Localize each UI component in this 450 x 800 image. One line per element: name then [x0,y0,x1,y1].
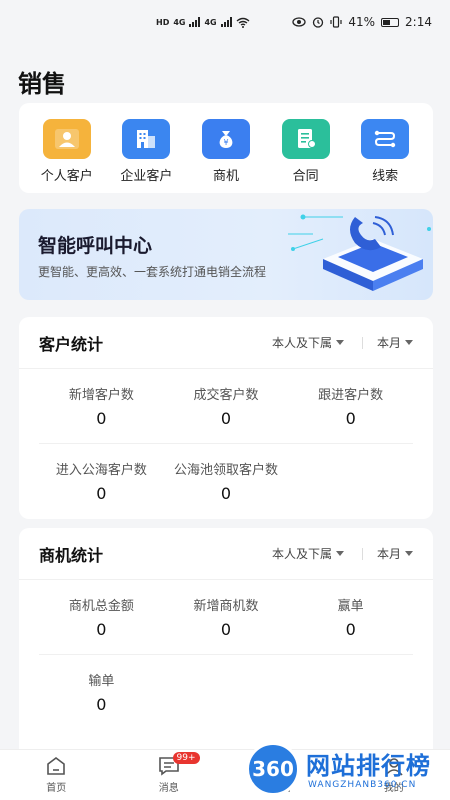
quick-action-label: 商机 [212,169,239,184]
contract-icon [281,119,330,159]
quick-action-personal-customer[interactable]: 个人客户 [27,119,107,193]
stat-value: 0 [96,620,107,639]
opportunity-stats-header: 商机统计 本人及下属 本月 [19,528,433,580]
customer-period-dropdown[interactable]: 本月 [377,334,413,351]
stat-public-pool-entered[interactable]: 进入公海客户数 0 [39,444,164,518]
customer-stats-card: 客户统计 本人及下属 本月 新增客户数 0 成交客户数 0 跟进客户数 0 进入… [19,317,433,519]
stat-value: 0 [345,409,356,428]
money-bag-icon: ¥ [201,119,250,159]
stat-value: 0 [96,409,107,428]
watermark-text: 网站排行榜 [306,752,431,780]
quick-action-lead[interactable]: 线索 [345,119,425,193]
wifi-icon [236,17,250,28]
status-bar: HD 4G 4G 41% 2:14 [0,0,450,44]
stat-label: 新增商机数 [193,599,259,614]
network-label-2: 4G [204,17,217,27]
opportunity-scope-dropdown[interactable]: 本人及下属 [272,545,344,562]
stat-lost[interactable]: 输单 0 [39,655,164,729]
customer-scope-dropdown[interactable]: 本人及下属 [272,334,344,351]
network-label: 4G [173,17,186,27]
site-watermark: 360 网站排行榜 WANGZHANB360.CN [244,740,450,800]
stat-value: 0 [220,409,232,428]
quick-action-label: 个人客户 [40,169,93,184]
banner-subtitle: 更智能、更高效、一套系统打通电销全流程 [38,265,267,279]
stat-opportunity-amount[interactable]: 商机总金额 0 [39,580,164,654]
customer-scope-label: 本人及下属 [271,336,332,350]
svg-text:¥: ¥ [223,138,228,147]
vibrate-icon [330,16,342,28]
chevron-down-icon [405,340,413,345]
stat-new-customers[interactable]: 新增客户数 0 [39,369,164,443]
smart-call-center-banner[interactable]: 智能呼叫中心 更智能、更高效、一套系统打通电销全流程 [19,209,433,300]
customer-stats-header: 客户统计 本人及下属 本月 [19,317,433,369]
opportunity-scope-label: 本人及下属 [271,547,332,561]
opportunity-stats-title: 商机统计 [39,545,104,565]
stat-value: 0 [220,620,232,639]
chevron-down-icon [335,551,344,556]
building-icon [122,119,171,159]
stat-label: 公海池领取客户数 [173,463,278,478]
quick-action-label: 线索 [372,169,399,184]
quick-action-enterprise-customer[interactable]: 企业客户 [107,119,187,193]
banner-title: 智能呼叫中心 [38,235,153,257]
watermark-url: WANGZHANB360.CN [308,780,417,790]
opportunity-stats-grid: 商机总金额 0 新增商机数 0 赢单 0 输单 0 [19,580,433,729]
tab-label: 消息 [158,783,179,794]
signal-icon [189,17,201,27]
tab-messages[interactable]: 99+ 消息 [113,750,226,800]
stat-label: 进入公海客户数 [55,463,147,478]
stat-followup-customers[interactable]: 跟进客户数 0 [288,369,413,443]
stat-label: 跟进客户数 [318,388,384,403]
quick-actions-card: 个人客户 企业客户 ¥ 商机 合同 线索 [19,103,433,193]
stat-value: 0 [345,620,356,639]
quick-action-label: 合同 [292,169,319,184]
customer-period-label: 本月 [376,336,401,350]
quick-action-contract[interactable]: 合同 [266,119,346,193]
stat-value: 0 [96,484,107,503]
tab-label: 首页 [46,783,67,794]
eye-icon [292,17,307,27]
stat-label: 新增客户数 [68,388,134,403]
opportunity-period-label: 本月 [376,547,401,561]
opportunity-period-dropdown[interactable]: 本月 [377,545,413,562]
chevron-down-icon [335,340,344,345]
clock: 2:14 [405,15,432,29]
system-indicators: 41% 2:14 [292,15,432,29]
watermark-logo: 360 [246,742,300,796]
stat-label: 成交客户数 [193,388,259,403]
stat-value: 0 [96,695,107,714]
stat-public-pool-claimed[interactable]: 公海池领取客户数 0 [164,444,289,518]
battery-percent: 41% [348,15,376,29]
stat-label: 赢单 [337,599,364,614]
stat-value: 0 [220,484,232,503]
sim-label: HD [156,17,170,27]
home-icon [47,757,66,775]
customer-stats-title: 客户统计 [39,334,104,354]
network-indicators: HD 4G 4G [156,17,250,28]
phone-platform-illustration [288,214,431,291]
page-title: 销售 [18,70,66,98]
quick-action-label: 企业客户 [120,169,173,184]
opportunity-stats-card: 商机统计 本人及下属 本月 商机总金额 0 新增商机数 0 赢单 0 输单 0 [19,528,433,758]
filter-divider [361,336,363,349]
battery-icon [381,17,400,27]
stat-deal-customers[interactable]: 成交客户数 0 [164,369,289,443]
chevron-down-icon [405,551,413,556]
stat-label: 输单 [88,674,115,689]
tab-home[interactable]: 首页 [0,750,113,800]
person-card-icon [42,119,91,159]
message-badge: 99+ [172,752,200,764]
customer-stats-grid: 新增客户数 0 成交客户数 0 跟进客户数 0 进入公海客户数 0 公海池领取客… [19,369,433,518]
filter-divider [361,547,363,560]
alarm-icon [313,17,324,28]
signal-icon-2 [220,17,232,27]
stat-label: 商机总金额 [68,599,134,614]
quick-action-opportunity[interactable]: ¥ 商机 [186,119,266,193]
lead-route-icon [361,119,410,159]
stat-won[interactable]: 赢单 0 [288,580,413,654]
stat-new-opportunities[interactable]: 新增商机数 0 [164,580,289,654]
